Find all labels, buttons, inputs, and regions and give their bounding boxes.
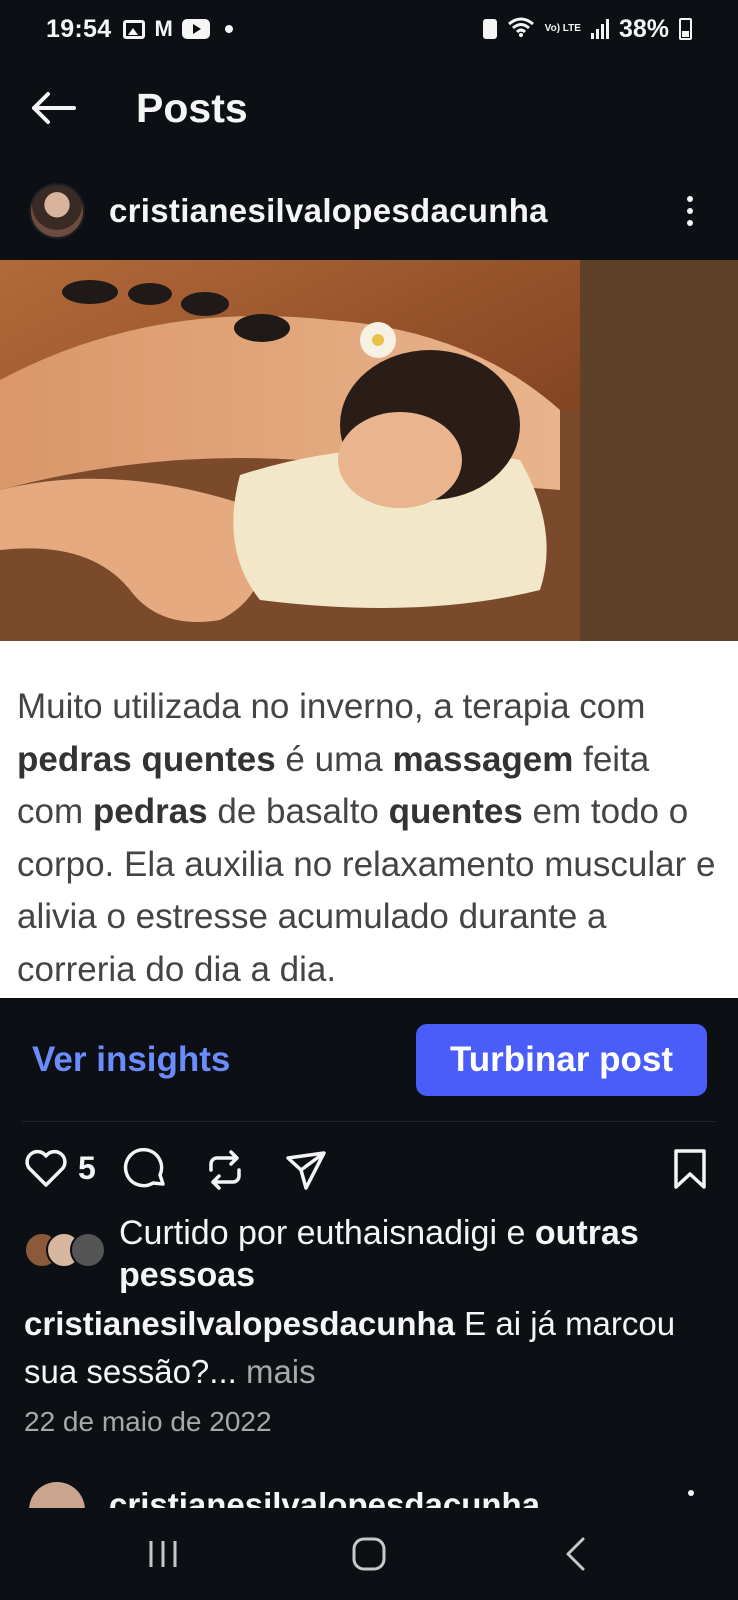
- comment-icon[interactable]: [122, 1148, 168, 1192]
- battery-icon: [679, 18, 692, 40]
- author-avatar[interactable]: [29, 183, 85, 239]
- status-notification-icons: M: [123, 16, 233, 41]
- post-caption: cristianesilvalopesdacunha E ai já marco…: [24, 1300, 724, 1396]
- home-button[interactable]: [324, 1526, 414, 1582]
- battery-saver-icon: [482, 19, 497, 39]
- post-actions: 5: [0, 1140, 738, 1196]
- next-post-header: cristianesilvalopesdacunha: [0, 1478, 738, 1508]
- caption-author[interactable]: cristianesilvalopesdacunha: [24, 1305, 455, 1342]
- back-button[interactable]: [25, 80, 81, 136]
- back-nav-button[interactable]: [530, 1526, 620, 1582]
- more-options-button[interactable]: [672, 190, 708, 232]
- status-system-icons: Vo) LTE 38%: [482, 0, 692, 58]
- gmail-icon: M: [154, 16, 173, 41]
- youtube-icon: [181, 19, 210, 39]
- post-date: 22 de maio de 2022: [24, 1406, 272, 1437]
- view-insights-link[interactable]: Ver insights: [32, 1040, 230, 1080]
- recent-apps-icon: [149, 1541, 177, 1567]
- arrow-left-icon: [32, 92, 76, 124]
- volte-icon: Vo) LTE: [544, 23, 581, 34]
- post-author-row: cristianesilvalopesdacunha: [0, 178, 738, 244]
- wifi-icon: [507, 16, 535, 43]
- signal-icon: [590, 19, 609, 39]
- recent-apps-button[interactable]: [118, 1526, 208, 1582]
- header: Posts: [0, 70, 738, 146]
- boost-post-button[interactable]: Turbinar post: [416, 1024, 707, 1096]
- like-count[interactable]: 5: [78, 1150, 96, 1187]
- liked-by-text: Curtido por euthaisnadigi e outras pesso…: [119, 1214, 639, 1294]
- page-title: Posts: [136, 84, 248, 131]
- back-nav-icon: [566, 1537, 585, 1571]
- author-username[interactable]: cristianesilvalopesdacunha: [109, 192, 548, 230]
- post-text: Muito utilizada no inverno, a terapia co…: [17, 687, 716, 989]
- massage-photo: [0, 260, 738, 641]
- insights-row: Ver insights Turbinar post: [0, 1024, 738, 1098]
- home-icon: [352, 1537, 386, 1571]
- post-image[interactable]: [0, 260, 738, 641]
- caption-more-link[interactable]: mais: [237, 1353, 316, 1390]
- next-more-options-icon[interactable]: [688, 1490, 694, 1496]
- liker-avatar: [70, 1232, 106, 1268]
- status-time: 19:54: [46, 14, 112, 43]
- divider: [22, 1121, 716, 1122]
- system-nav-bar: [0, 1508, 738, 1600]
- repost-icon[interactable]: [205, 1148, 245, 1192]
- heart-icon[interactable]: [24, 1148, 68, 1188]
- bookmark-icon[interactable]: [672, 1148, 708, 1190]
- next-author-avatar[interactable]: [29, 1482, 85, 1508]
- notification-dot-icon: [224, 25, 233, 33]
- gallery-icon: [123, 19, 146, 39]
- status-bar: 19:54 M Vo) LTE 38%: [0, 0, 738, 58]
- share-icon[interactable]: [284, 1148, 328, 1192]
- liker-avatars: [24, 1232, 114, 1268]
- more-dots-icon: [687, 196, 693, 202]
- post-text-card: Muito utilizada no inverno, a terapia co…: [0, 641, 738, 998]
- next-author-username[interactable]: cristianesilvalopesdacunha: [109, 1486, 540, 1508]
- battery-percent: 38%: [618, 14, 669, 43]
